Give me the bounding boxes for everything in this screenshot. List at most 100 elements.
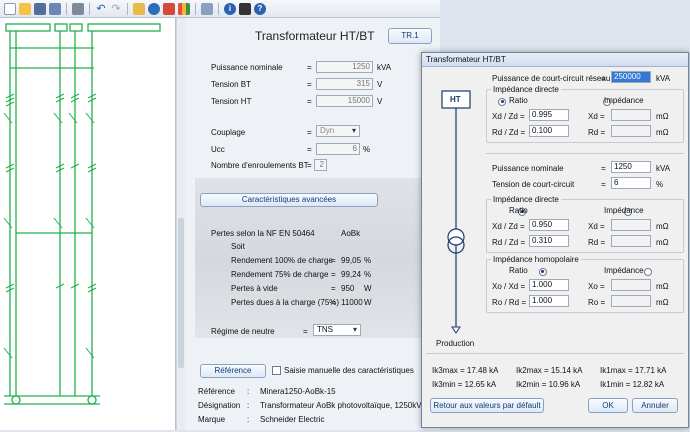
soit-label: Soit — [231, 242, 245, 251]
nominal-power-input[interactable]: 1250 — [316, 61, 373, 73]
redo-icon[interactable]: ↷ — [110, 3, 122, 15]
diagram-scrollbar[interactable] — [176, 18, 185, 430]
xd-zd-input[interactable]: 0.950 — [529, 219, 569, 231]
open-icon[interactable] — [19, 2, 31, 15]
xo-xd-input[interactable]: 1.000 — [529, 279, 569, 291]
unit-label: V — [377, 97, 383, 106]
manual-entry-checkbox[interactable] — [272, 366, 281, 375]
xd-input[interactable] — [611, 219, 651, 231]
equals-sign: = — [331, 256, 336, 265]
neutral-regime-select[interactable]: TNS — [313, 324, 361, 336]
windings-spinner[interactable]: 2 — [314, 159, 327, 171]
ik2max-value: Ik2max = 15.14 kA — [516, 366, 583, 375]
advanced-characteristics-button[interactable]: Caractéristiques avancées — [200, 193, 378, 207]
group-title: Impédance directe — [491, 85, 561, 94]
xd-label: Xd = — [588, 222, 605, 231]
scc-label: Puissance de court-circuit réseau — [492, 74, 611, 83]
save-as-icon[interactable] — [49, 2, 61, 15]
xo-xd-label: Xo / Xd = — [492, 282, 526, 291]
print-icon[interactable] — [72, 2, 84, 15]
unit-label: % — [363, 145, 371, 154]
rd-input[interactable] — [611, 125, 651, 137]
xo-label: Xo = — [588, 282, 605, 291]
group-title: Impédance homopolaire — [491, 255, 581, 264]
undo-icon[interactable]: ↶ — [95, 3, 107, 15]
unit-label: mΩ — [656, 222, 669, 231]
nominal-power-input[interactable]: 1250 — [611, 161, 651, 173]
calc-icon[interactable] — [148, 2, 160, 15]
equals-sign: = — [601, 74, 606, 83]
save-icon[interactable] — [34, 2, 46, 15]
xd-input[interactable] — [611, 109, 651, 121]
ratio-label: Ratio — [509, 266, 528, 275]
toolbar-separator — [195, 2, 196, 15]
unit-label: W — [364, 284, 372, 293]
divider — [486, 153, 684, 154]
ratio-label: Ratio — [509, 206, 528, 215]
scc-input[interactable]: 250000 — [611, 71, 651, 83]
info-icon[interactable]: i — [224, 2, 236, 15]
unit-label: % — [656, 180, 664, 189]
ratio-radio[interactable] — [498, 97, 506, 106]
layers-icon[interactable] — [201, 2, 213, 15]
equals-sign: = — [601, 180, 606, 189]
coupling-select[interactable]: Dyn — [316, 125, 360, 137]
colon: : — [247, 401, 250, 410]
help-icon[interactable]: ? — [254, 2, 266, 15]
chart-icon[interactable] — [178, 2, 190, 15]
rd-zd-input[interactable]: 0.310 — [529, 235, 569, 247]
ro-rd-input[interactable]: 1.000 — [529, 295, 569, 307]
schematic-drawing — [3, 23, 161, 405]
schematic-diagram[interactable] — [0, 18, 176, 430]
equals-sign: = — [331, 284, 336, 293]
new-icon[interactable] — [4, 2, 16, 15]
short-circuit-voltage-input[interactable]: 6 — [611, 177, 651, 189]
designation-label: Désignation — [198, 401, 241, 410]
cancel-button[interactable]: Annuler — [632, 398, 678, 413]
xd-label: Xd = — [588, 112, 605, 121]
rd-label: Rd = — [588, 238, 606, 247]
production-label: Production — [436, 339, 475, 348]
ro-input[interactable] — [611, 295, 651, 307]
designation-value: Transformateur AoBk photovoltaïque, 1250… — [260, 401, 440, 410]
windings-label: Nombre d'enroulements BT — [211, 161, 309, 170]
ok-button[interactable]: OK — [588, 398, 628, 413]
scrollbar-thumb[interactable] — [178, 218, 184, 368]
ht-label: HT — [450, 95, 461, 104]
coupling-label: Couplage — [211, 128, 246, 137]
equals-sign: = — [307, 145, 312, 154]
edit-icon[interactable] — [133, 2, 145, 15]
toolbar-separator — [127, 2, 128, 15]
hv-voltage-label: Tension HT — [211, 97, 252, 106]
ratio-radio[interactable] — [538, 267, 547, 276]
ucc-label: Ucc — [211, 145, 225, 154]
unit-label: mΩ — [656, 298, 669, 307]
reference-button[interactable]: Référence — [200, 364, 266, 378]
no-load-losses-value: 950 — [341, 284, 355, 293]
properties-panel: Transformateur HT/BT TR.1 Puissance nomi… — [185, 18, 440, 430]
rd-input[interactable] — [611, 235, 651, 247]
xd-zd-label: Xd / Zd = — [492, 222, 525, 231]
clapper-icon[interactable] — [239, 2, 251, 15]
equals-sign: = — [331, 298, 336, 307]
unit-label: kVA — [377, 63, 392, 72]
bus-block-1 — [5, 23, 51, 32]
tr1-button[interactable]: TR.1 — [388, 28, 432, 44]
rd-zd-input[interactable]: 0.100 — [529, 125, 569, 137]
hv-voltage-input[interactable]: 15000 — [316, 95, 373, 107]
ratio-label: Ratio — [509, 96, 528, 105]
xo-input[interactable] — [611, 279, 651, 291]
ik3max-value: Ik3max = 17.48 kA — [432, 366, 499, 375]
reset-defaults-button[interactable]: Retour aux valeurs par défault — [430, 398, 544, 413]
export-icon[interactable] — [163, 2, 175, 15]
unit-label: mΩ — [656, 112, 669, 121]
panel-title: Transformateur HT/BT — [255, 29, 375, 43]
bus-block-2 — [54, 23, 68, 32]
transformer-dialog: Transformateur HT/BT HT Production Puiss… — [421, 52, 689, 428]
unit-label: kVA — [656, 74, 671, 83]
ucc-input[interactable]: 6 — [316, 143, 360, 155]
xd-zd-input[interactable]: 0.995 — [529, 109, 569, 121]
efficiency-75-value: 99,24 — [341, 270, 362, 279]
equals-sign: = — [331, 270, 336, 279]
lv-voltage-input[interactable]: 315 — [316, 78, 373, 90]
